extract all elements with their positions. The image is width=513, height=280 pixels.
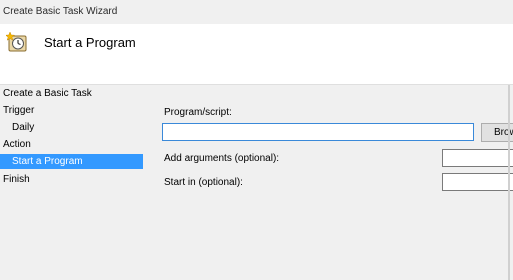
task-clock-icon (6, 32, 27, 52)
nav-step-finish[interactable]: Finish (3, 172, 30, 187)
wizard-header: Start a Program (0, 24, 513, 85)
nav-step-create-basic-task[interactable]: Create a Basic Task (3, 86, 92, 101)
nav-step-start-a-program-label: Start a Program (12, 156, 83, 167)
start-in-input[interactable] (442, 173, 513, 191)
nav-step-start-a-program[interactable]: Start a Program (0, 154, 143, 169)
window-title: Create Basic Task Wizard (3, 6, 118, 17)
program-script-label: Program/script: (164, 107, 232, 118)
nav-step-trigger[interactable]: Trigger (3, 103, 34, 118)
page-title: Start a Program (44, 35, 136, 50)
window-right-edge (508, 85, 510, 280)
add-arguments-label: Add arguments (optional): (164, 153, 280, 164)
start-in-label: Start in (optional): (164, 177, 243, 188)
add-arguments-input[interactable] (442, 149, 513, 167)
nav-step-action[interactable]: Action (3, 137, 31, 152)
program-script-input[interactable] (162, 123, 474, 141)
nav-step-daily[interactable]: Daily (12, 120, 34, 135)
